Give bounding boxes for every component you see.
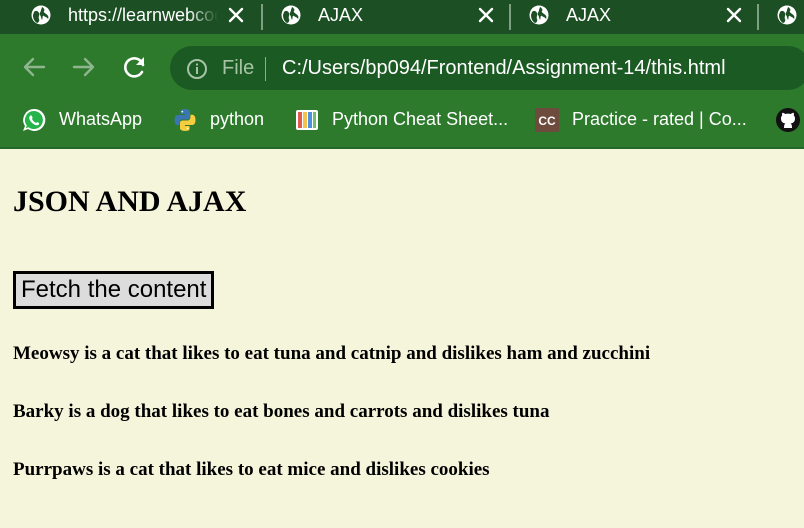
file-label: File [222, 57, 255, 79]
page-heading: JSON AND AJAX [13, 185, 247, 218]
bookmarks-bar: WhatsApp python Python Cheat Sheet... CC… [0, 92, 804, 147]
cheat-sheet-icon [296, 110, 318, 130]
bookmark-github[interactable] [775, 105, 804, 133]
forward-arrow-icon[interactable] [70, 53, 98, 81]
info-icon[interactable] [186, 58, 208, 80]
pet-description: Meowsy is a cat that likes to eat tuna a… [13, 343, 651, 364]
github-icon [776, 108, 800, 132]
pet-description: Purrpaws is a cat that likes to eat mice… [13, 459, 490, 480]
pet-description: Barky is a dog that likes to eat bones a… [13, 401, 550, 422]
bookmark-label: Python Cheat Sheet... [332, 109, 509, 129]
url-text[interactable]: C:/Users/bp094/Frontend/Assignment-14/th… [282, 56, 726, 80]
fetch-content-button[interactable]: Fetch the content [13, 271, 215, 309]
close-icon[interactable] [227, 6, 245, 24]
python-icon [174, 109, 196, 131]
bookmark-label: python [210, 109, 265, 129]
bookmark-label: Practice - rated | Co... [572, 109, 747, 129]
codechef-icon: CC [535, 108, 559, 132]
tab-1[interactable]: https://learnwebcode.github.io/json-exam… [0, 0, 248, 34]
tab-4[interactable] [746, 0, 804, 34]
globe-icon [777, 5, 797, 25]
back-arrow-icon[interactable] [20, 53, 48, 81]
reload-icon[interactable] [121, 53, 149, 81]
bookmark-label: WhatsApp [59, 109, 143, 129]
close-icon[interactable] [477, 6, 495, 24]
tab-title: https://learnwebcode.github.io/json-exam… [68, 5, 218, 25]
globe-icon [281, 5, 301, 25]
whatsapp-icon [23, 108, 46, 131]
tab-title: AJAX [318, 5, 364, 25]
close-icon[interactable] [725, 6, 743, 24]
tab-3[interactable]: AJAX [498, 0, 746, 34]
globe-icon [31, 5, 51, 25]
page-content: JSON AND AJAX Fetch the content Meowsy i… [0, 149, 804, 528]
browser-toolbar: File C:/Users/bp094/Frontend/Assignment-… [0, 34, 804, 92]
svg-text:CC: CC [538, 114, 556, 128]
divider [265, 57, 266, 81]
address-bar[interactable]: File C:/Users/bp094/Frontend/Assignment-… [170, 46, 804, 90]
tab-title: AJAX [566, 5, 612, 25]
tab-strip: https://learnwebcode.github.io/json-exam… [0, 0, 804, 34]
tab-2[interactable]: AJAX [250, 0, 498, 34]
globe-icon [529, 5, 549, 25]
